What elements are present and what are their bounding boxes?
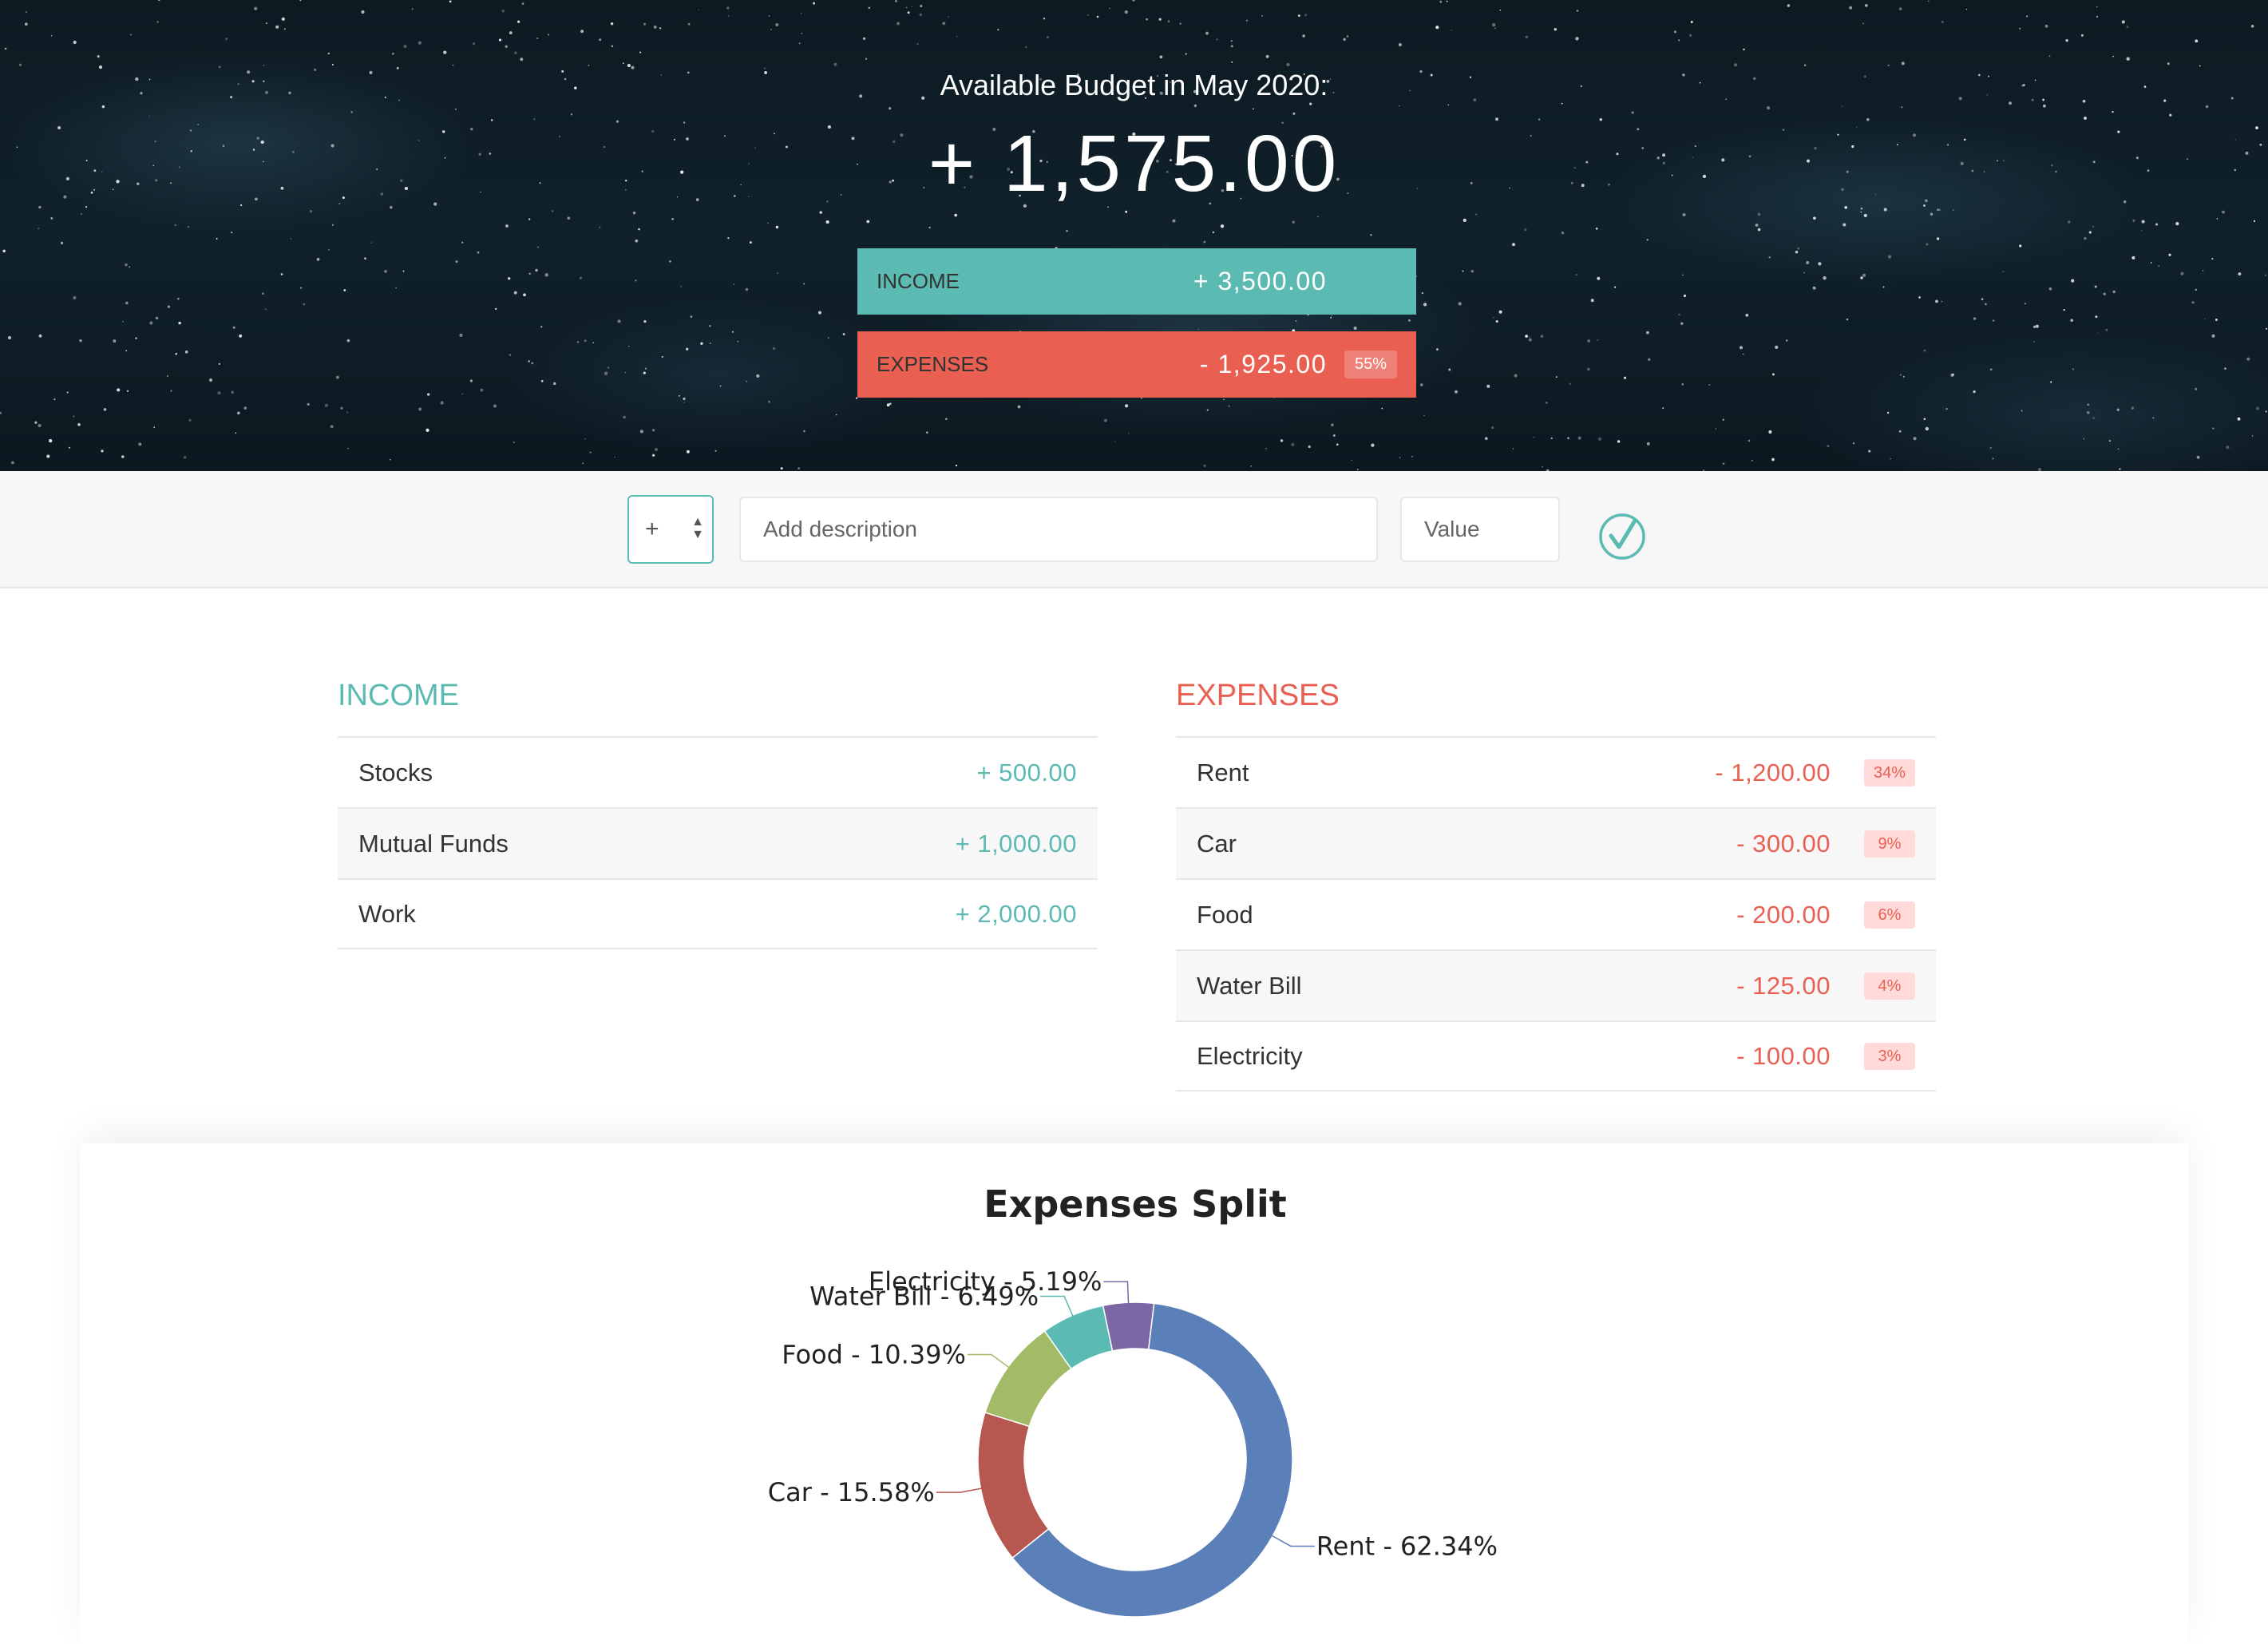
income-item: Work + 2,000.00: [338, 878, 1098, 949]
income-item: Stocks + 500.00: [338, 736, 1098, 807]
expense-item: Car - 300.00 9%: [1176, 807, 1936, 878]
expenses-percent-badge: 55%: [1344, 351, 1397, 378]
income-item-description: Mutual Funds: [358, 829, 509, 858]
expenses-summary-label: Expenses: [877, 352, 989, 376]
add-item-bar: + ▲ ▼: [0, 471, 2268, 588]
expense-percent-badge: 34%: [1864, 759, 1915, 786]
slice-label: Food - 10.39%: [782, 1340, 966, 1370]
check-circle-icon: [1599, 513, 1645, 560]
budget-value: + 1,575.00: [928, 119, 1340, 208]
expense-percent-badge: 9%: [1864, 830, 1915, 858]
expense-item-value: - 300.00: [1736, 829, 1831, 858]
slice-label: Car - 15.58%: [768, 1477, 935, 1507]
income-list: Income Stocks + 500.00 Mutual Funds + 1,…: [338, 679, 1098, 949]
income-item: Mutual Funds + 1,000.00: [338, 807, 1098, 878]
expense-item: Water Bill - 125.00 4%: [1176, 949, 1936, 1020]
slice-label: Electricity - 5.19%: [869, 1266, 1102, 1297]
expense-item-description: Food: [1197, 900, 1253, 929]
expenses-list: Expenses Rent - 1,200.00 34% Car - 300.0…: [1176, 679, 1936, 1091]
slice-label: Rent - 62.34%: [1316, 1531, 1498, 1561]
expenses-summary-value: - 1,925.00: [1199, 350, 1327, 378]
budget-title: Available Budget in May 2020:: [940, 69, 1328, 101]
chart-title: Expenses Split: [984, 1182, 1287, 1226]
income-item-value: + 1,000.00: [955, 829, 1077, 858]
income-list-title: Income: [338, 679, 459, 712]
budget-header: Available Budget in May 2020: + 1,575.00…: [0, 0, 2268, 471]
income-item-value: + 2,000.00: [955, 899, 1077, 928]
expense-item-value: - 125.00: [1736, 971, 1831, 1000]
type-select-value: +: [645, 516, 659, 542]
select-arrows-icon: ▲ ▼: [691, 515, 704, 541]
income-item-description: Stocks: [358, 758, 433, 786]
income-item-description: Work: [358, 899, 416, 928]
income-item-value: + 500.00: [976, 758, 1077, 786]
expenses-split-chart: Expenses Split Rent - 62.34% Car - 15.58%…: [768, 1182, 1498, 1618]
expense-item-value: - 100.00: [1736, 1041, 1831, 1070]
expense-percent-badge: 6%: [1864, 901, 1915, 929]
expense-item: Rent - 1,200.00 34%: [1176, 736, 1936, 807]
type-select[interactable]: + ▲ ▼: [627, 495, 714, 564]
expense-item-value: - 200.00: [1736, 900, 1831, 929]
expense-item-description: Water Bill: [1197, 971, 1302, 1000]
expense-item-description: Electricity: [1197, 1041, 1303, 1070]
income-summary-label: Income: [877, 269, 960, 293]
income-summary: Income + 3,500.00: [857, 248, 1416, 315]
add-submit-button[interactable]: [1597, 511, 1648, 562]
expense-item: Food - 200.00 6%: [1176, 878, 1936, 949]
income-summary-value: + 3,500.00: [1193, 267, 1327, 295]
expense-item: Electricity - 100.00 3%: [1176, 1020, 1936, 1091]
expense-percent-badge: 3%: [1864, 1042, 1915, 1070]
expense-item-description: Rent: [1197, 758, 1249, 786]
slice-car[interactable]: [977, 1412, 1050, 1559]
expenses-summary: Expenses - 1,925.00 55%: [857, 331, 1416, 398]
expense-item-value: - 1,200.00: [1715, 758, 1831, 786]
expense-item-description: Car: [1197, 829, 1237, 858]
expenses-list-title: Expenses: [1176, 679, 1340, 712]
expense-percent-badge: 4%: [1864, 972, 1915, 1000]
value-input[interactable]: [1400, 497, 1560, 562]
description-input[interactable]: [739, 497, 1378, 562]
